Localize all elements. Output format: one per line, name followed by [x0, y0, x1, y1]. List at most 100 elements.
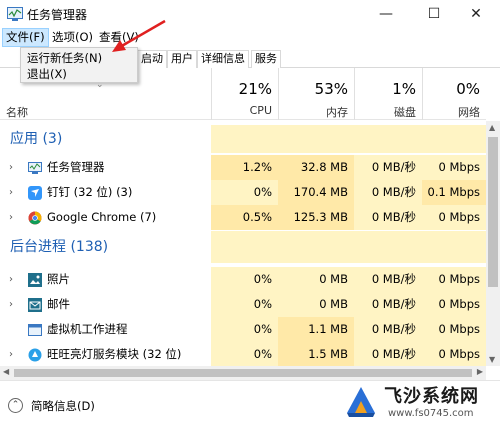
- disk-label: 磁盘: [394, 106, 416, 119]
- tab-services[interactable]: 服务: [251, 50, 281, 68]
- column-name[interactable]: 名称: [6, 104, 28, 120]
- disk-value: 0 MB/秒: [354, 317, 422, 342]
- mail-icon: [28, 298, 42, 312]
- menu-file[interactable]: 文件(F): [2, 28, 49, 47]
- table-row[interactable]: › 邮件 0% 0 MB 0 MB/秒 0 Mbps: [0, 292, 486, 317]
- title-bar: 任务管理器 — ☐ ✕: [0, 0, 500, 28]
- memory-value: 0 MB: [278, 267, 354, 292]
- column-network[interactable]: 0% 网络: [422, 68, 486, 120]
- column-cpu[interactable]: 21% CPU: [211, 68, 278, 120]
- cpu-value: 0.5%: [211, 205, 278, 230]
- cpu-value: 0%: [211, 317, 278, 342]
- memory-label: 内存: [326, 106, 348, 119]
- memory-value: 0 MB: [278, 292, 354, 317]
- cpu-value: 0%: [211, 180, 278, 205]
- cpu-label: CPU: [249, 104, 272, 117]
- dingtalk-icon: [28, 186, 42, 200]
- expand-chevron-icon[interactable]: ›: [9, 292, 13, 317]
- menu-bar: 文件(F) 选项(O) 查看(V): [0, 28, 500, 48]
- process-name: 任务管理器: [47, 160, 105, 174]
- group-background-title: 后台进程 (138): [10, 239, 109, 255]
- expand-chevron-icon[interactable]: ›: [9, 205, 13, 230]
- cpu-total: 21%: [238, 80, 272, 98]
- table-row[interactable]: › 钉钉 (32 位) (3) 0% 170.4 MB 0 MB/秒 0.1 M…: [0, 180, 486, 205]
- cpu-value: 1.2%: [211, 155, 278, 180]
- scroll-up-icon[interactable]: ▲: [489, 123, 495, 132]
- cpu-value: 0%: [211, 292, 278, 317]
- group-background[interactable]: 后台进程 (138): [0, 231, 486, 263]
- wangwang-icon: [28, 348, 42, 362]
- watermark-title: 飞沙系统网: [384, 386, 479, 407]
- photos-icon: [28, 273, 42, 287]
- table-row[interactable]: › 旺旺亮灯服务模块 (32 位) 0% 1.5 MB 0 MB/秒 0 Mbp…: [0, 342, 486, 366]
- group-apps[interactable]: 应用 (3): [0, 125, 486, 153]
- process-name: 邮件: [47, 297, 70, 311]
- network-label: 网络: [458, 106, 480, 119]
- chrome-icon: [28, 211, 42, 225]
- expand-chevron-icon[interactable]: ›: [9, 180, 13, 205]
- memory-value: 1.5 MB: [278, 342, 354, 366]
- disk-value: 0 MB/秒: [354, 155, 422, 180]
- process-name: 照片: [47, 272, 70, 286]
- vertical-scrollbar[interactable]: ▲ ▼: [486, 121, 500, 366]
- tab-startup[interactable]: 启动: [137, 50, 167, 68]
- network-value: 0 Mbps: [422, 317, 486, 342]
- tab-users[interactable]: 用户: [167, 50, 197, 68]
- network-value: 0 Mbps: [422, 267, 486, 292]
- scroll-left-icon[interactable]: ◀: [3, 367, 9, 376]
- disk-value: 0 MB/秒: [354, 342, 422, 366]
- tab-details[interactable]: 详细信息: [197, 50, 249, 68]
- process-name: 钉钉 (32 位) (3): [47, 185, 133, 199]
- expand-chevron-icon[interactable]: ›: [9, 155, 13, 180]
- disk-total: 1%: [392, 80, 416, 98]
- column-disk[interactable]: 1% 磁盘: [354, 68, 422, 120]
- network-value: 0 Mbps: [422, 342, 486, 366]
- process-name: 旺旺亮灯服务模块 (32 位): [47, 347, 182, 361]
- column-memory[interactable]: 53% 内存: [278, 68, 354, 120]
- menu-view[interactable]: 查看(V): [95, 28, 143, 47]
- hscroll-thumb[interactable]: [14, 369, 472, 377]
- cpu-value: 0%: [211, 342, 278, 366]
- scroll-right-icon[interactable]: ▶: [477, 367, 483, 376]
- network-value: 0.1 Mbps: [422, 180, 486, 205]
- menu-exit[interactable]: 退出(X): [27, 66, 67, 82]
- watermark-logo: [347, 387, 375, 417]
- task-manager-icon: [28, 162, 42, 174]
- network-total: 0%: [456, 80, 480, 98]
- memory-value: 170.4 MB: [278, 180, 354, 205]
- scroll-thumb[interactable]: [488, 137, 498, 287]
- disk-value: 0 MB/秒: [354, 267, 422, 292]
- network-value: 0 Mbps: [422, 155, 486, 180]
- table-row[interactable]: › Google Chrome (7) 0.5% 125.3 MB 0 MB/秒…: [0, 205, 486, 230]
- process-name: 虚拟机工作进程: [47, 322, 128, 336]
- network-value: 0 Mbps: [422, 292, 486, 317]
- memory-total: 53%: [314, 80, 348, 98]
- memory-value: 32.8 MB: [278, 155, 354, 180]
- process-table: 应用 (3) › 任务管理器 1.2% 32.8 MB 0 MB/秒 0 Mbp…: [0, 121, 486, 366]
- chevron-up-circle-icon[interactable]: ⌃: [8, 398, 23, 413]
- expand-chevron-icon[interactable]: ›: [9, 267, 13, 292]
- minimize-button[interactable]: —: [366, 0, 406, 28]
- window-title: 任务管理器: [27, 8, 88, 22]
- task-manager-app-icon: [7, 7, 23, 21]
- menu-run-new-task[interactable]: 运行新任务(N): [27, 50, 102, 66]
- cpu-value: 0%: [211, 267, 278, 292]
- table-row[interactable]: › 任务管理器 1.2% 32.8 MB 0 MB/秒 0 Mbps: [0, 155, 486, 180]
- group-apps-title: 应用 (3): [10, 131, 63, 147]
- expand-chevron-icon[interactable]: ›: [9, 342, 13, 366]
- scroll-down-icon[interactable]: ▼: [489, 355, 495, 364]
- process-name: Google Chrome (7): [47, 210, 157, 224]
- memory-value: 1.1 MB: [278, 317, 354, 342]
- disk-value: 0 MB/秒: [354, 180, 422, 205]
- table-row[interactable]: › 照片 0% 0 MB 0 MB/秒 0 Mbps: [0, 267, 486, 292]
- watermark-url: www.fs0745.com: [388, 408, 474, 419]
- file-dropdown-menu: 运行新任务(N) 退出(X): [20, 47, 138, 83]
- disk-value: 0 MB/秒: [354, 205, 422, 230]
- horizontal-scrollbar[interactable]: ◀ ▶: [0, 366, 486, 380]
- close-button[interactable]: ✕: [456, 0, 496, 28]
- network-value: 0 Mbps: [422, 205, 486, 230]
- fewer-details-button[interactable]: 简略信息(D): [31, 398, 95, 414]
- table-row[interactable]: 虚拟机工作进程 0% 1.1 MB 0 MB/秒 0 Mbps: [0, 317, 486, 342]
- maximize-button[interactable]: ☐: [414, 0, 454, 28]
- menu-options[interactable]: 选项(O): [48, 28, 97, 47]
